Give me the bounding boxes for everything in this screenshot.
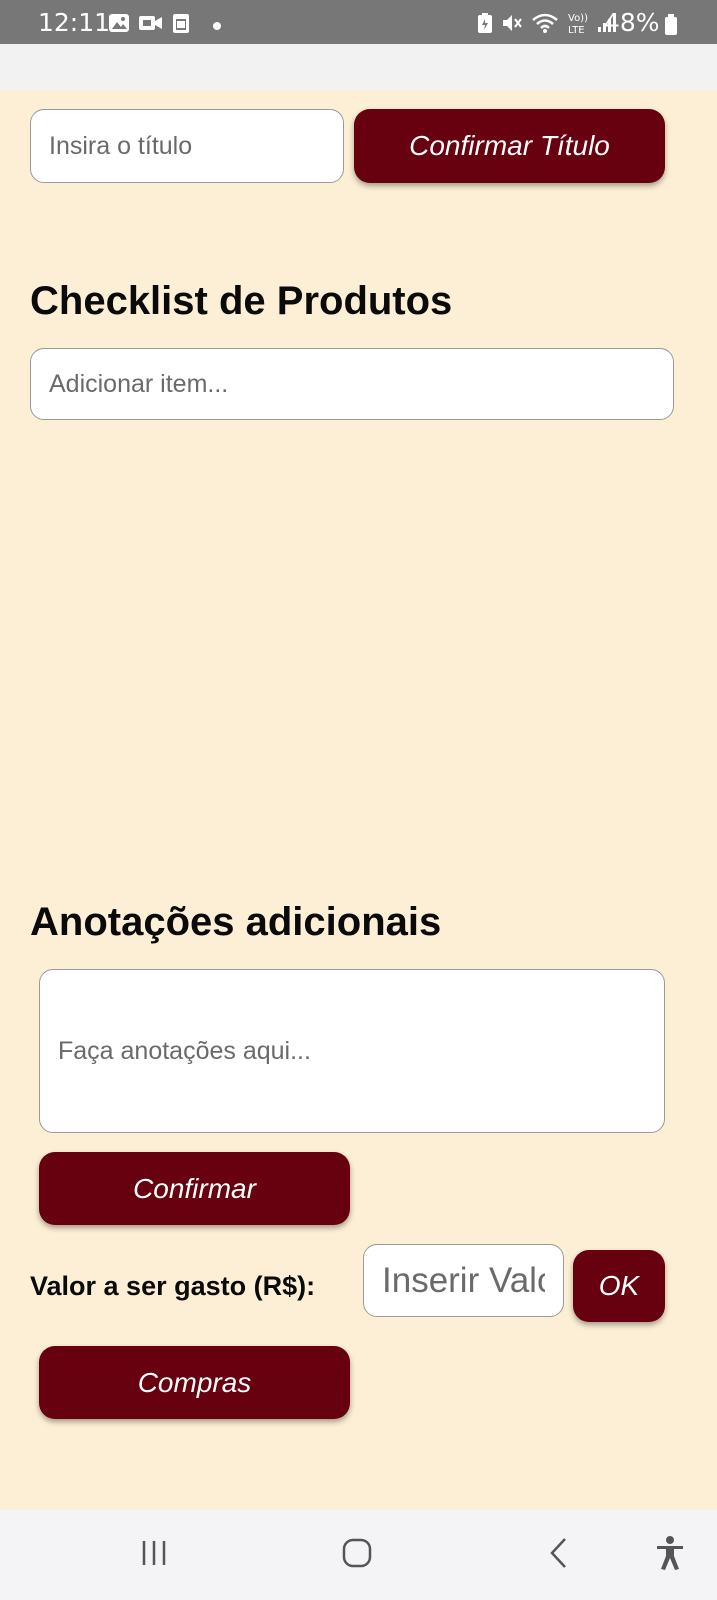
home-icon — [341, 1537, 373, 1574]
budget-value-input[interactable] — [363, 1244, 564, 1317]
back-icon — [547, 1536, 571, 1575]
ok-button[interactable]: OK — [573, 1250, 665, 1322]
battery-icon — [664, 14, 678, 40]
shopping-label: Compras — [137, 1366, 252, 1398]
confirm-title-label: Confirmar Título — [409, 130, 610, 161]
video-call-icon — [138, 13, 164, 37]
app-header — [0, 44, 717, 90]
checklist-items — [30, 440, 674, 860]
notes-heading: Anotações adicionais — [30, 900, 442, 944]
gallery-icon — [108, 13, 130, 37]
notification-dot-icon — [212, 16, 222, 35]
status-bar: 12:11 Vo)) LTE 48% — [0, 0, 717, 44]
status-time: 12:11 — [38, 8, 111, 37]
navigation-bar — [0, 1510, 717, 1600]
status-left-icons — [108, 12, 222, 38]
home-button[interactable] — [332, 1532, 382, 1578]
wifi-icon — [531, 12, 559, 38]
ok-label: OK — [598, 1270, 640, 1301]
accessibility-button[interactable] — [645, 1532, 695, 1578]
battery-saver-icon — [477, 12, 493, 38]
recent-apps-icon — [139, 1538, 169, 1573]
add-item-input[interactable] — [30, 348, 674, 420]
checklist-heading: Checklist de Produtos — [30, 279, 453, 323]
confirm-notes-button[interactable]: Confirmar — [39, 1152, 350, 1225]
mute-icon — [501, 12, 523, 38]
confirm-title-button[interactable]: Confirmar Título — [354, 109, 665, 183]
battery-percentage: 48% — [604, 8, 660, 37]
confirm-notes-label: Confirmar — [133, 1172, 256, 1204]
budget-label: Valor a ser gasto (R$): — [30, 1271, 316, 1301]
accessibility-icon — [655, 1535, 685, 1576]
back-button[interactable] — [534, 1532, 584, 1578]
clipboard-icon — [172, 12, 190, 38]
svg-text:LTE: LTE — [568, 25, 585, 35]
shopping-button[interactable]: Compras — [39, 1346, 350, 1419]
recent-apps-button[interactable] — [129, 1532, 179, 1578]
volte-icon: Vo)) LTE — [567, 11, 589, 39]
status-right-icons: Vo)) LTE — [477, 11, 617, 39]
svg-text:Vo)): Vo)) — [568, 13, 588, 24]
title-input[interactable] — [30, 109, 344, 183]
notes-textarea[interactable] — [39, 969, 665, 1133]
